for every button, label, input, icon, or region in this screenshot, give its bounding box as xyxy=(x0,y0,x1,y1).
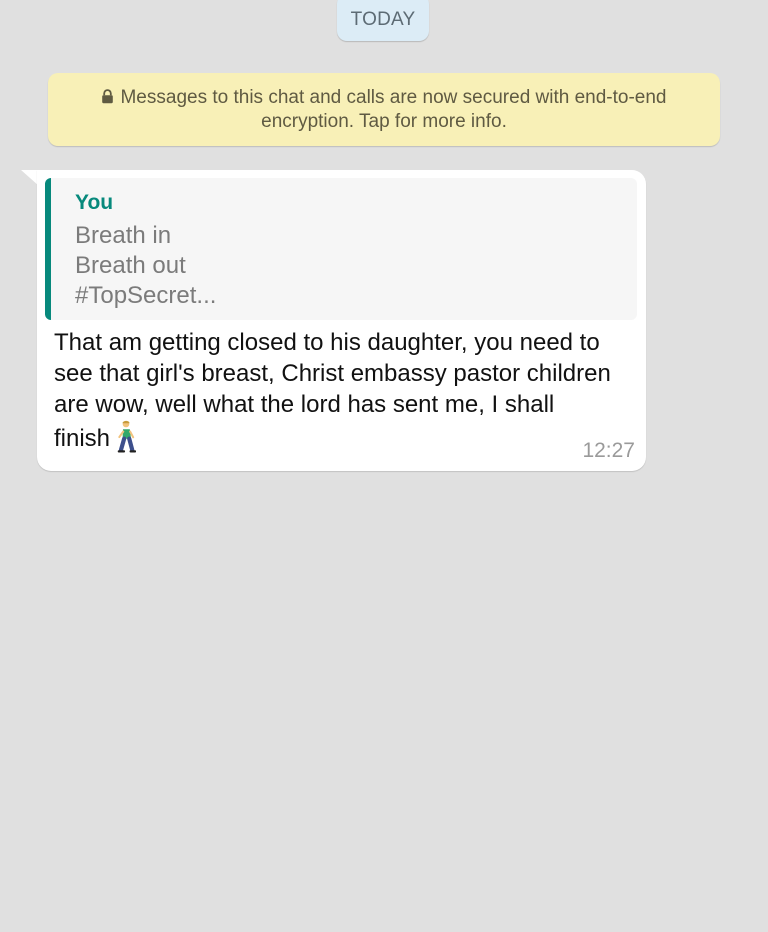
message-text-container: That am getting closed to his daughter, … xyxy=(54,327,614,454)
message-timestamp: 12:27 xyxy=(582,439,635,462)
quoted-message: Breath in Breath out #TopSecret... xyxy=(75,221,216,311)
person-walking-icon xyxy=(117,420,137,453)
quoted-author: You xyxy=(75,191,114,214)
date-chip: TODAY xyxy=(337,0,429,41)
quoted-line: Breath in xyxy=(75,222,172,249)
lock-icon xyxy=(102,89,114,104)
encryption-notice-text: Messages to this chat and calls are now … xyxy=(120,87,667,132)
quoted-reply[interactable]: You Breath in Breath out #TopSecret... xyxy=(45,178,637,320)
quoted-line: #TopSecret... xyxy=(75,282,217,309)
quoted-line: Breath out xyxy=(75,252,186,279)
message-text: That am getting closed to his daughter, … xyxy=(54,329,611,452)
date-label: TODAY xyxy=(350,8,416,30)
encryption-notice[interactable]: Messages to this chat and calls are now … xyxy=(48,73,720,146)
